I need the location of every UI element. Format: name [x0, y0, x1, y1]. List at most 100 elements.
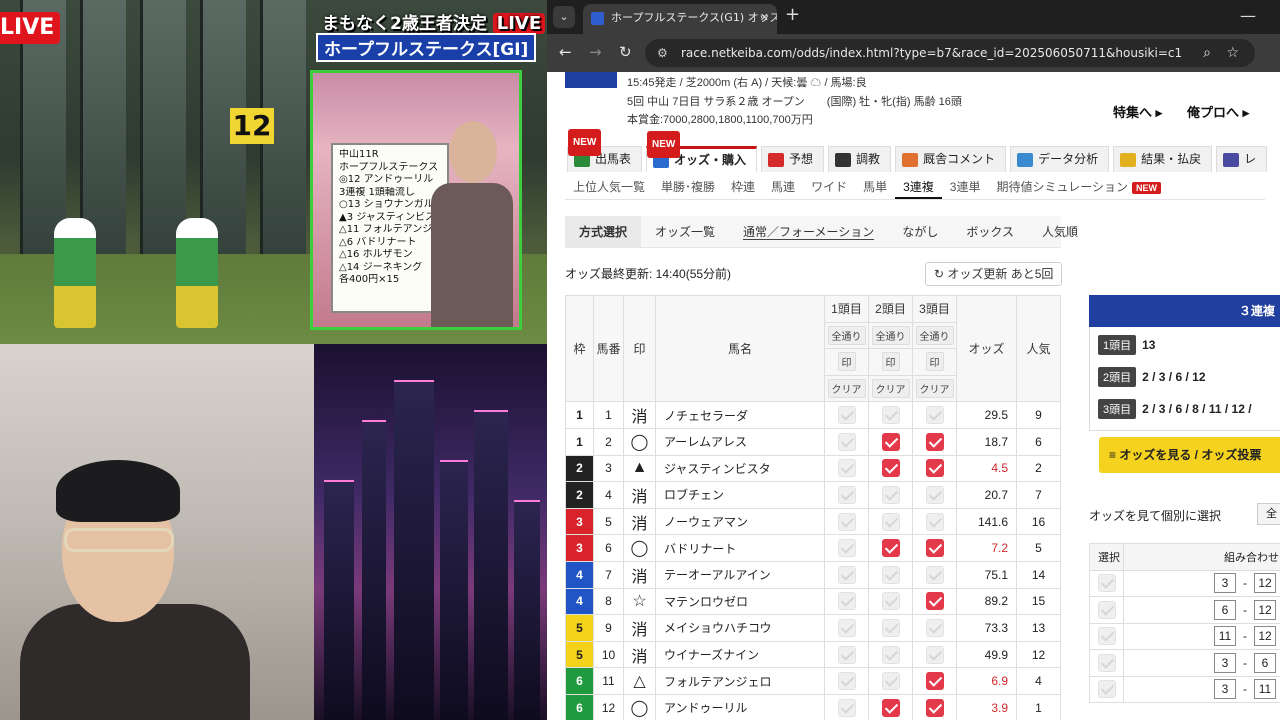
method-tab[interactable]: 方式選択	[565, 216, 642, 247]
pos2-checkbox[interactable]	[881, 539, 900, 558]
mark-cell[interactable]: 消	[623, 614, 656, 642]
bet-type-tab[interactable]: 期待値シミュレーション NEW	[988, 174, 1169, 199]
pos2-checkbox[interactable]	[881, 432, 900, 451]
horse-name[interactable]: ノーウェアマン	[655, 507, 825, 536]
combo-checkbox[interactable]	[1097, 653, 1116, 672]
main-tab[interactable]: 結果・払戻	[1113, 146, 1213, 172]
main-tab[interactable]: 厩舎コメント	[895, 146, 1007, 172]
minimize-window-button[interactable]: —	[1240, 6, 1256, 25]
bet-type-tab[interactable]: 単勝･複勝	[653, 174, 723, 199]
mark-cell[interactable]: ◯	[623, 427, 656, 456]
horse-name[interactable]: マテンロウゼロ	[655, 587, 825, 616]
pos2-checkbox[interactable]	[881, 618, 900, 637]
horse-name[interactable]: フォルテアンジェロ	[655, 667, 825, 695]
horse-name[interactable]: テーオーアルアイン	[655, 560, 825, 589]
pos2-mark-button[interactable]: 印	[881, 352, 900, 372]
mark-cell[interactable]: 消	[623, 560, 656, 589]
pos2-checkbox[interactable]	[881, 485, 900, 504]
main-tab[interactable]: データ分析	[1010, 146, 1110, 172]
horse-name[interactable]: アーレムアレス	[655, 427, 825, 456]
main-tab[interactable]: 調教	[828, 146, 892, 172]
pos1-mark-button[interactable]: 印	[837, 352, 856, 372]
pos3-clear-button[interactable]: クリア	[915, 379, 954, 399]
main-tab[interactable]: NEW 出馬表	[567, 129, 643, 172]
pos2-checkbox[interactable]	[881, 512, 900, 531]
pos3-select-all-button[interactable]: 全通り	[915, 325, 954, 345]
main-tab[interactable]: レ	[1216, 146, 1268, 172]
pos1-checkbox[interactable]	[837, 485, 856, 504]
forward-arrow-icon[interactable]: →	[589, 43, 602, 61]
mark-cell[interactable]: △	[623, 667, 656, 695]
mark-cell[interactable]: ☆	[623, 587, 656, 616]
combo-checkbox[interactable]	[1097, 600, 1116, 619]
address-bar[interactable]: ⚙ race.netkeiba.com/odds/index.html?type…	[645, 39, 1255, 67]
pos3-checkbox[interactable]	[925, 592, 944, 611]
mark-cell[interactable]: 消	[623, 640, 656, 669]
pos1-select-all-button[interactable]: 全通り	[827, 325, 866, 345]
mark-cell[interactable]: 消	[623, 481, 656, 509]
pos1-checkbox[interactable]	[837, 592, 856, 611]
mark-cell[interactable]: 消	[623, 507, 656, 536]
combo-checkbox[interactable]	[1097, 574, 1116, 593]
mark-cell[interactable]: ◯	[623, 534, 656, 562]
method-tab[interactable]: ながし	[888, 216, 952, 247]
combo-checkbox[interactable]	[1097, 680, 1116, 699]
bookmark-star-icon[interactable]: ☆	[1226, 39, 1239, 67]
bet-type-tab[interactable]: 馬連	[763, 174, 803, 199]
pos2-select-all-button[interactable]: 全通り	[871, 325, 910, 345]
bet-type-tab[interactable]: 3連単	[942, 174, 989, 199]
tab-search-chevron-icon[interactable]: ⌄	[553, 6, 575, 28]
horse-name[interactable]: ロブチェン	[655, 481, 825, 509]
bet-type-tab[interactable]: 枠連	[723, 174, 763, 199]
horse-name[interactable]: バドリナート	[655, 534, 825, 562]
view-odds-vote-button[interactable]: ≡ オッズを見る / オッズ投票	[1099, 437, 1280, 473]
odds-refresh-button[interactable]: ↻ オッズ更新 あと5回	[925, 262, 1063, 286]
pos1-checkbox[interactable]	[837, 539, 856, 558]
pos1-checkbox[interactable]	[837, 459, 856, 478]
pos3-mark-button[interactable]: 印	[925, 352, 944, 372]
pos1-clear-button[interactable]: クリア	[827, 379, 866, 399]
pos3-checkbox[interactable]	[925, 432, 944, 451]
method-tab[interactable]: ボックス	[952, 216, 1028, 247]
pos3-checkbox[interactable]	[925, 512, 944, 531]
horse-name[interactable]: ウイナーズナイン	[655, 640, 825, 669]
pos3-checkbox[interactable]	[925, 618, 944, 637]
bet-type-tab[interactable]: 上位人気一覧	[565, 174, 653, 199]
combo-checkbox[interactable]	[1097, 627, 1116, 646]
new-tab-button[interactable]: +	[785, 4, 800, 25]
horse-name[interactable]: メイショウハチコウ	[655, 614, 825, 642]
pos1-checkbox[interactable]	[837, 512, 856, 531]
mark-cell[interactable]: ◯	[623, 693, 656, 720]
pos3-checkbox[interactable]	[925, 459, 944, 478]
method-tab[interactable]: 人気順	[1028, 216, 1092, 247]
select-all-combos-button[interactable]: 全	[1257, 503, 1280, 525]
main-tab[interactable]: NEW オッズ・購入	[646, 131, 758, 172]
mark-cell[interactable]: 消	[623, 401, 656, 429]
pos2-checkbox[interactable]	[881, 698, 900, 717]
pos2-checkbox[interactable]	[881, 459, 900, 478]
site-settings-icon[interactable]: ⚙	[657, 39, 668, 67]
pos1-checkbox[interactable]	[837, 672, 856, 691]
pos2-checkbox[interactable]	[881, 565, 900, 584]
pos1-checkbox[interactable]	[837, 645, 856, 664]
pos2-checkbox[interactable]	[881, 592, 900, 611]
pos1-checkbox[interactable]	[837, 406, 856, 425]
reload-icon[interactable]: ↻	[619, 43, 632, 61]
horse-name[interactable]: ジャスティンビスタ	[655, 454, 825, 483]
pos1-checkbox[interactable]	[837, 618, 856, 637]
horse-name[interactable]: アンドゥーリル	[655, 693, 825, 720]
pos2-clear-button[interactable]: クリア	[871, 379, 910, 399]
pos2-checkbox[interactable]	[881, 672, 900, 691]
method-tab[interactable]: 通常／フォーメーション	[729, 216, 888, 247]
pos3-checkbox[interactable]	[925, 485, 944, 504]
pos3-checkbox[interactable]	[925, 406, 944, 425]
pos2-checkbox[interactable]	[881, 645, 900, 664]
pos3-checkbox[interactable]	[925, 645, 944, 664]
pos1-checkbox[interactable]	[837, 698, 856, 717]
bet-type-tab[interactable]: ワイド	[803, 174, 855, 199]
pos3-checkbox[interactable]	[925, 565, 944, 584]
back-arrow-icon[interactable]: ←	[559, 43, 572, 61]
pos2-checkbox[interactable]	[881, 406, 900, 425]
bet-type-tab[interactable]: 馬単	[855, 174, 895, 199]
mark-cell[interactable]: ▲	[623, 454, 656, 483]
